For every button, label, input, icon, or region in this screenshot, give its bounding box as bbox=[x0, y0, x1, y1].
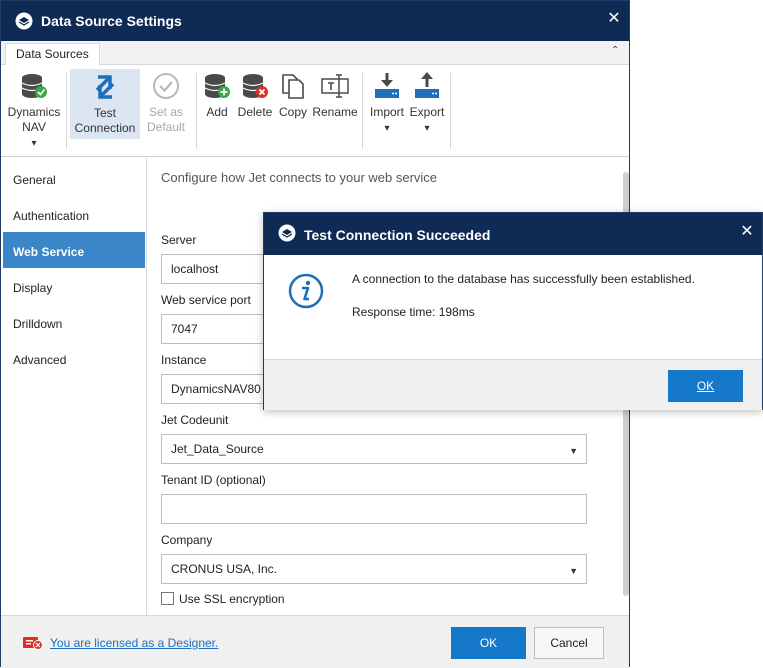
test-connection-dialog: Test Connection Succeeded ✕ A connection… bbox=[263, 212, 763, 410]
ribbon-separator bbox=[362, 73, 363, 149]
codeunit-label: Jet Codeunit bbox=[161, 413, 229, 427]
export-label: Export bbox=[409, 105, 445, 119]
import-label: Import bbox=[369, 105, 404, 119]
server-label: Server bbox=[161, 233, 197, 247]
delete-label: Delete bbox=[237, 105, 273, 119]
window-titlebar: Data Source Settings ✕ bbox=[1, 1, 629, 41]
ssl-checkbox-label: Use SSL encryption bbox=[179, 592, 285, 606]
chevron-down-icon: ▼ bbox=[569, 446, 578, 456]
export-icon bbox=[415, 72, 439, 98]
ribbon-separator bbox=[66, 73, 67, 149]
ribbon-separator bbox=[196, 73, 197, 149]
panel-heading: Configure how Jet connects to your web s… bbox=[161, 170, 438, 185]
info-icon bbox=[288, 273, 324, 309]
export-dropdown-icon: ▾ bbox=[424, 123, 430, 134]
dialog-footer: OK bbox=[264, 359, 762, 410]
codeunit-value: Jet_Data_Source bbox=[171, 442, 264, 456]
license-icon bbox=[23, 637, 43, 650]
settings-sidebar: General Authentication Web Service Displ… bbox=[1, 158, 147, 615]
test-connection-icon bbox=[95, 75, 115, 99]
set-as-default-button[interactable]: Set as Default bbox=[144, 71, 188, 135]
copy-icon bbox=[282, 74, 304, 99]
app-logo-icon bbox=[15, 12, 33, 30]
tenant-label: Tenant ID (optional) bbox=[161, 473, 266, 487]
cancel-button[interactable]: Cancel bbox=[534, 627, 604, 659]
checkmark-circle-icon bbox=[153, 73, 179, 99]
dialog-close-button[interactable]: ✕ bbox=[740, 221, 754, 241]
app-logo-icon bbox=[278, 224, 296, 242]
window-footer: You are licensed as a Designer. OK Cance… bbox=[1, 615, 629, 668]
test-connection-button[interactable]: Test Connection bbox=[70, 69, 140, 139]
company-value: CRONUS USA, Inc. bbox=[171, 562, 278, 576]
import-dropdown-icon: ▾ bbox=[384, 123, 390, 134]
set-as-default-label-1: Set as bbox=[148, 105, 184, 119]
port-label: Web service port bbox=[161, 293, 251, 307]
dialog-message: A connection to the database has success… bbox=[352, 272, 695, 286]
add-label: Add bbox=[206, 105, 228, 119]
dialog-title: Test Connection Succeeded bbox=[304, 227, 491, 243]
add-button[interactable]: Add bbox=[200, 71, 234, 120]
dialog-titlebar: Test Connection Succeeded ✕ bbox=[264, 213, 762, 255]
export-button[interactable]: Export ▾ bbox=[406, 71, 448, 136]
window-title: Data Source Settings bbox=[41, 13, 182, 29]
sidebar-item-web-service[interactable]: Web Service bbox=[3, 232, 145, 268]
rename-label: Rename bbox=[312, 105, 358, 119]
import-icon bbox=[375, 73, 399, 98]
test-connection-label-2: Connection bbox=[74, 121, 136, 135]
set-as-default-label-2: Default bbox=[146, 120, 186, 134]
rename-button[interactable]: Rename bbox=[312, 71, 358, 120]
chevron-down-icon: ▼ bbox=[569, 566, 578, 576]
response-time: Response time: 198ms bbox=[352, 305, 475, 319]
copy-button[interactable]: Copy bbox=[276, 71, 310, 120]
ok-button[interactable]: OK bbox=[451, 627, 526, 659]
codeunit-select[interactable]: Jet_Data_Source ▼ bbox=[161, 434, 587, 464]
sidebar-item-general[interactable]: General bbox=[3, 160, 145, 196]
tab-data-sources[interactable]: Data Sources bbox=[5, 43, 100, 66]
import-button[interactable]: Import ▾ bbox=[366, 71, 408, 136]
test-connection-label-1: Test bbox=[93, 106, 116, 120]
dialog-ok-button[interactable]: OK bbox=[668, 370, 743, 402]
sidebar-item-authentication[interactable]: Authentication bbox=[3, 196, 145, 232]
sidebar-item-display[interactable]: Display bbox=[3, 268, 145, 304]
database-add-icon bbox=[204, 74, 230, 98]
window-close-button[interactable]: ✕ bbox=[607, 8, 621, 28]
delete-button[interactable]: Delete bbox=[236, 71, 274, 120]
database-delete-icon bbox=[242, 74, 268, 98]
sidebar-item-advanced[interactable]: Advanced bbox=[3, 340, 145, 376]
ribbon-tab-bar: Data Sources ⌃ bbox=[1, 41, 629, 66]
ribbon: Dynamics NAV ▾ Test Connection Set as De… bbox=[1, 65, 629, 157]
sidebar-item-drilldown[interactable]: Drilldown bbox=[3, 304, 145, 340]
dynamics-nav-button[interactable]: Dynamics NAV ▾ bbox=[5, 71, 63, 151]
instance-label: Instance bbox=[161, 353, 207, 367]
tenant-input[interactable] bbox=[161, 494, 587, 524]
ssl-checkbox[interactable] bbox=[161, 592, 174, 605]
ribbon-collapse-icon[interactable]: ⌃ bbox=[611, 45, 623, 57]
dynamics-nav-label: Dynamics NAV bbox=[7, 105, 61, 134]
dynamics-nav-dropdown-icon: ▾ bbox=[31, 138, 37, 149]
license-link[interactable]: You are licensed as a Designer. bbox=[50, 636, 218, 650]
company-select[interactable]: CRONUS USA, Inc. ▼ bbox=[161, 554, 587, 584]
copy-label: Copy bbox=[278, 105, 307, 119]
database-check-icon bbox=[21, 74, 47, 98]
ribbon-separator bbox=[450, 73, 451, 149]
company-label: Company bbox=[161, 533, 213, 547]
rename-icon bbox=[321, 74, 349, 98]
